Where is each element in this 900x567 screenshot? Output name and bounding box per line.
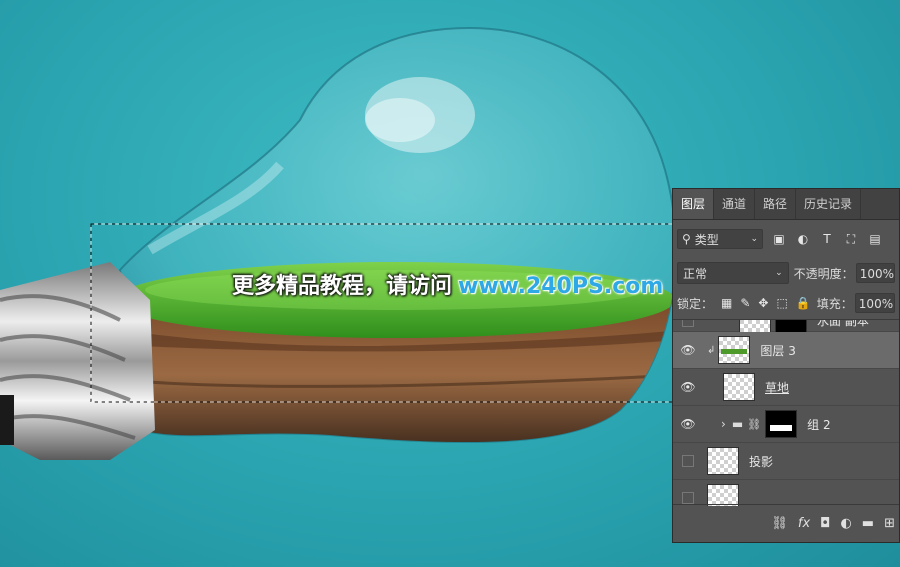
watermark-text: 更多精品教程，请访问 <box>232 274 453 299</box>
lock-transparent-icon[interactable]: ▦ <box>721 296 732 310</box>
folder-icon: ▬ <box>731 417 744 431</box>
layer-filter-select[interactable]: ⚲ 类型 ⌄ <box>677 229 763 249</box>
layer-thumbnail <box>723 373 755 401</box>
tab-paths[interactable]: 路径 <box>755 189 797 219</box>
layer-item[interactable]: 水面 副本 <box>673 319 899 335</box>
opacity-label: 不透明度： <box>793 266 854 281</box>
tab-channels[interactable]: 通道 <box>714 189 756 219</box>
tab-history[interactable]: 历史记录 <box>796 189 862 219</box>
fill-label: 填充： <box>816 296 853 311</box>
chevron-right-icon[interactable]: › <box>721 417 726 431</box>
eye-icon[interactable]: 👁 <box>673 380 703 394</box>
filter-smart-object-icon[interactable]: ▤ <box>867 232 883 246</box>
layer-thumbnail <box>707 484 739 506</box>
panel-footer: ⛓ fx ◘ ◐ ▬ ⊞ <box>673 504 899 542</box>
layer-name: 水面 副本 <box>817 319 869 328</box>
layer-name: 草地 <box>765 380 790 395</box>
lock-brush-icon[interactable]: ✎ <box>740 296 750 310</box>
watermark: 更多精品教程，请访问 www.240PS.com <box>232 268 663 300</box>
visibility-toggle[interactable] <box>673 320 703 327</box>
visibility-toggle[interactable] <box>673 492 703 504</box>
search-icon: ⚲ <box>682 232 691 246</box>
layer-list: 水面 副本 👁 ↲ 图层 3 👁 草地 👁 › ▬ ⛓ 组 2 投影 <box>673 319 899 506</box>
fx-icon[interactable]: fx <box>798 516 810 531</box>
filter-shape-icon[interactable]: ⛶ <box>843 232 859 247</box>
lock-all-icon[interactable]: 🔒 <box>796 296 811 310</box>
new-layer-icon[interactable]: ⊞ <box>884 516 895 531</box>
lock-move-icon[interactable]: ✥ <box>758 296 768 310</box>
fill-input[interactable]: 100% <box>854 293 895 313</box>
new-group-icon[interactable]: ▬ <box>862 516 874 531</box>
layer-item[interactable]: 投影 <box>673 443 899 480</box>
adjustment-layer-icon[interactable]: ◐ <box>840 516 851 531</box>
layers-panel: 图层 通道 路径 历史记录 ⚲ 类型 ⌄ ▣ ◐ T ⛶ ▤ 正常 ⌄ 不透明度… <box>672 188 900 543</box>
filter-type-icon[interactable]: T <box>819 232 835 246</box>
tab-layers[interactable]: 图层 <box>673 189 715 219</box>
layer-item[interactable]: 👁 草地 <box>673 369 899 406</box>
panel-tabs: 图层 通道 路径 历史记录 <box>673 189 899 220</box>
eye-icon[interactable]: 👁 <box>673 417 703 431</box>
add-mask-icon[interactable]: ◘ <box>820 516 830 531</box>
eye-icon[interactable]: 👁 <box>673 343 703 357</box>
clip-arrow-icon: ↲ <box>707 344 716 356</box>
layer-mask-thumbnail <box>765 410 798 438</box>
layer-name: 投影 <box>749 454 774 469</box>
layer-thumbnail <box>707 447 739 475</box>
chevron-down-icon: ⌄ <box>775 268 783 278</box>
layer-item[interactable]: 👁 › ▬ ⛓ 组 2 <box>673 406 899 443</box>
bulb-metal-base <box>0 262 155 460</box>
filter-adjustment-icon[interactable]: ◐ <box>795 232 811 246</box>
lock-artboard-icon[interactable]: ⬚ <box>776 296 787 310</box>
layer-item[interactable] <box>673 480 899 506</box>
link-layers-icon[interactable]: ⛓ <box>771 516 788 531</box>
layer-name: 组 2 <box>807 417 831 432</box>
lock-label: 锁定： <box>677 296 714 311</box>
link-icon: ⛓ <box>747 417 762 431</box>
filter-row: ⚲ 类型 ⌄ ▣ ◐ T ⛶ ▤ <box>673 220 899 258</box>
lock-row: 锁定： ▦ ✎ ✥ ⬚ 🔒 填充： 100% <box>673 288 899 318</box>
chevron-down-icon: ⌄ <box>750 234 758 244</box>
blend-mode-value: 正常 <box>683 266 708 281</box>
opacity-input[interactable]: 100% <box>855 263 895 283</box>
blend-mode-select[interactable]: 正常 ⌄ <box>677 262 789 284</box>
visibility-toggle[interactable] <box>673 455 703 467</box>
filter-pixel-icon[interactable]: ▣ <box>771 232 787 246</box>
layer-thumbnail <box>718 336 751 364</box>
blend-row: 正常 ⌄ 不透明度： 100% <box>673 258 899 288</box>
watermark-url: www.240PS.com <box>458 274 664 299</box>
layer-name: 图层 3 <box>760 343 796 358</box>
filter-label: 类型 <box>694 232 719 247</box>
layer-item[interactable]: 👁 ↲ 图层 3 <box>673 332 899 369</box>
